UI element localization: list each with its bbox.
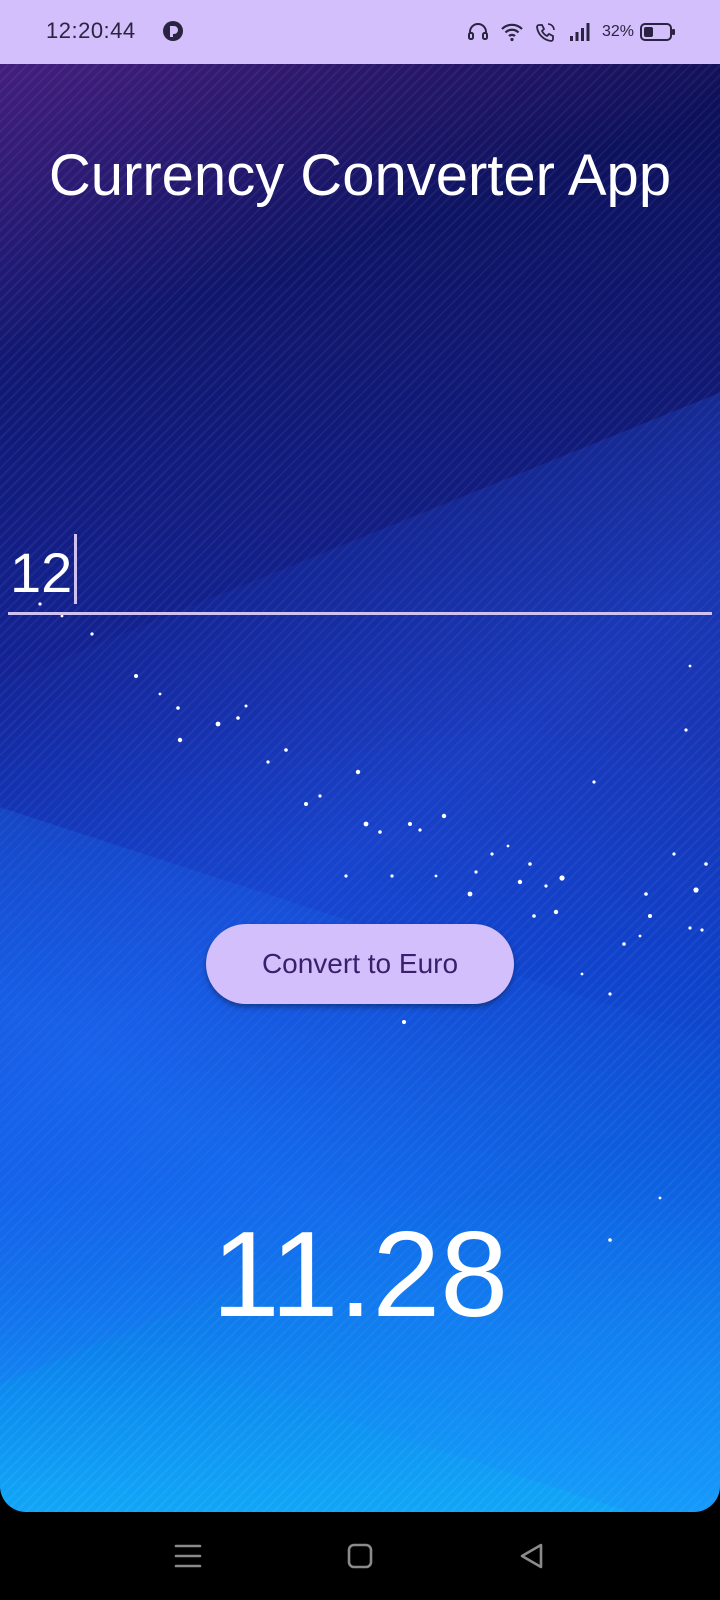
navigation-bar xyxy=(0,1512,720,1600)
amount-input[interactable]: 12 xyxy=(8,528,712,615)
status-time: 12:20:44 xyxy=(46,18,136,43)
app-screen: Currency Converter App 12 Convert to Eur… xyxy=(0,64,720,1512)
amount-input-value[interactable]: 12 xyxy=(10,534,78,605)
cellular-signal-icon xyxy=(569,23,590,41)
wifi-calling-icon xyxy=(536,23,555,42)
home-icon[interactable] xyxy=(338,1534,382,1578)
back-icon[interactable] xyxy=(510,1534,554,1578)
conversion-result: 11.28 xyxy=(211,1206,509,1342)
wifi-icon xyxy=(501,23,523,42)
status-icons: 32% xyxy=(466,18,676,46)
battery-icon xyxy=(640,23,675,41)
convert-to-euro-button[interactable]: Convert to Euro xyxy=(206,924,514,1004)
app-notification-icon xyxy=(163,21,183,41)
status-bar: 12:20:44 32% xyxy=(0,0,720,64)
text-cursor xyxy=(74,534,78,604)
app-title: Currency Converter App xyxy=(48,143,672,208)
amount-text: 12 xyxy=(10,541,73,604)
headset-icon xyxy=(467,23,488,40)
menu-icon[interactable] xyxy=(166,1534,210,1578)
battery-percent: 32% xyxy=(601,23,634,40)
